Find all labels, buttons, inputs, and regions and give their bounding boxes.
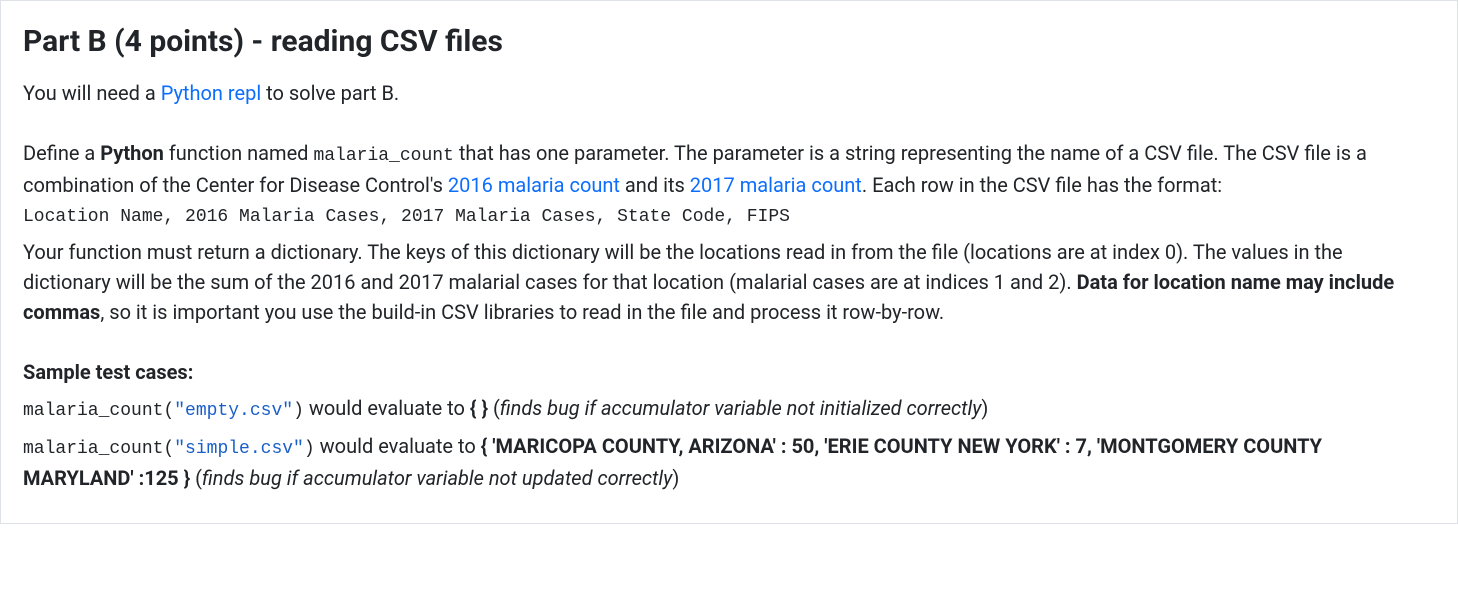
call-post: ) [293, 401, 304, 421]
text-7: , so it is important you use the build-i… [100, 300, 944, 324]
mid-text: would evaluate to [304, 396, 470, 420]
sample-test-cases-heading: Sample test cases: [23, 357, 1435, 387]
note-post: ) [981, 396, 988, 420]
call-pre: malaria_count( [23, 401, 174, 421]
func-name-code: malaria_count [313, 146, 453, 166]
link-2016-malaria[interactable]: 2016 malaria count [448, 173, 620, 197]
note-italic: finds bug if accumulator variable not in… [500, 396, 982, 420]
call-pre: malaria_count( [23, 439, 174, 459]
call-post: ) [304, 439, 315, 459]
text-2: function named [164, 141, 314, 165]
mid-text: would evaluate to [315, 434, 481, 458]
python-bold: Python [100, 141, 164, 165]
result-bold: { } [470, 396, 488, 420]
text-5: . Each row in the CSV file has the forma… [862, 173, 1222, 197]
string-arg: "simple.csv" [174, 439, 304, 459]
intro-paragraph: You will need a Python repl to solve par… [23, 78, 1435, 108]
text-4: and its [620, 173, 690, 197]
sample-case-1: malaria_count("empty.csv") would evaluat… [23, 393, 1435, 425]
main-paragraph: Define a Python function named malaria_c… [23, 138, 1435, 327]
note-pre: ( [488, 396, 500, 420]
intro-text-post: to solve part B. [261, 81, 399, 105]
csv-format-code: Location Name, 2016 Malaria Cases, 2017 … [23, 204, 1435, 231]
sample-case-2: malaria_count("simple.csv") would evalua… [23, 431, 1435, 493]
note-post: ) [672, 466, 679, 490]
sample-1-code: malaria_count("empty.csv") [23, 401, 304, 421]
intro-text-pre: You will need a [23, 81, 161, 105]
note-pre: ( [190, 466, 202, 490]
text-1: Define a [23, 141, 100, 165]
note-italic: finds bug if accumulator variable not up… [202, 466, 672, 490]
python-repl-link[interactable]: Python repl [161, 81, 262, 105]
part-heading: Part B (4 points) - reading CSV files [23, 19, 1435, 64]
link-2017-malaria[interactable]: 2017 malaria count [690, 173, 862, 197]
sample-2-code: malaria_count("simple.csv") [23, 439, 315, 459]
string-arg: "empty.csv" [174, 401, 293, 421]
